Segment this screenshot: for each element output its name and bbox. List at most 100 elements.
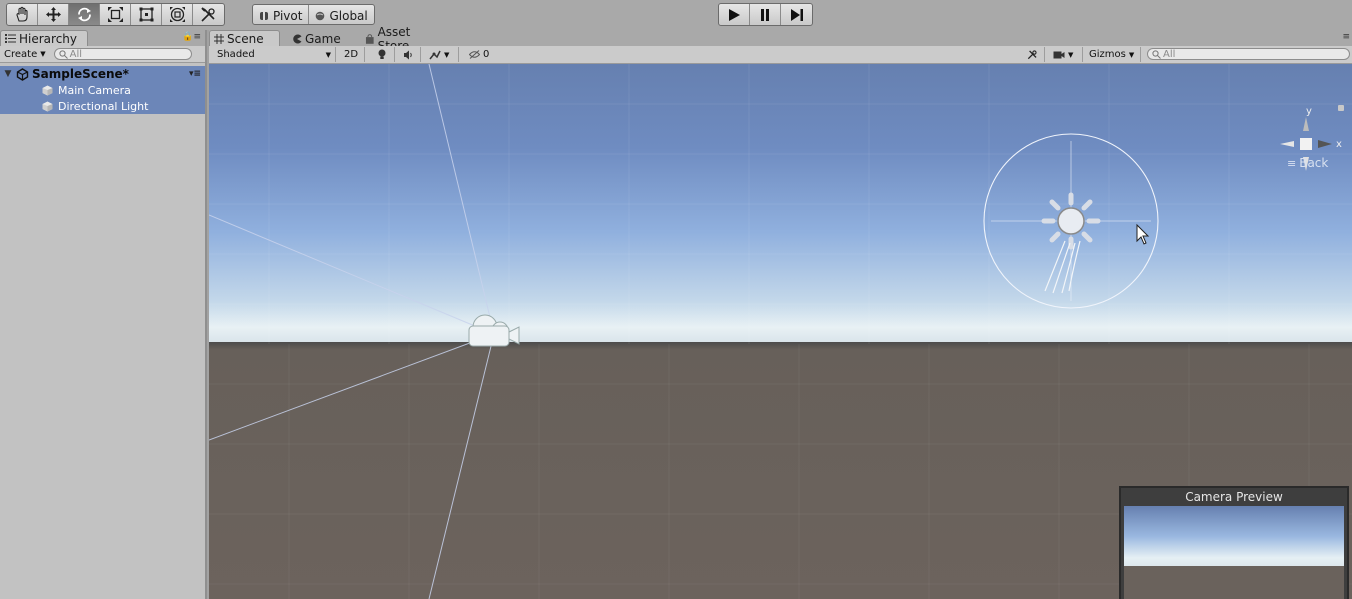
pivot-icon: [260, 11, 268, 20]
orientation-gizmo[interactable]: y x: [1280, 105, 1352, 205]
scale-tool-button[interactable]: [100, 4, 131, 25]
dropdown-arrow-icon: ▼: [325, 50, 331, 59]
tab-hierarchy[interactable]: Hierarchy: [0, 30, 88, 46]
wrench-icon: [201, 7, 215, 22]
move-tool-button[interactable]: [38, 4, 69, 25]
pivot-toggle[interactable]: Pivot: [253, 5, 310, 24]
hand-icon: [15, 6, 28, 22]
rect-tool-button[interactable]: [131, 4, 162, 25]
step-icon: [790, 8, 803, 21]
search-icon: [59, 49, 68, 59]
hidden-count: 0: [483, 49, 490, 60]
camera-preview-title: Camera Preview: [1185, 490, 1283, 504]
shading-mode-dropdown[interactable]: Shaded ▼: [213, 47, 336, 62]
2d-label: 2D: [344, 49, 359, 60]
expand-triangle-icon[interactable]: ▼: [0, 69, 16, 79]
panel-options-icon[interactable]: 🔒≡: [182, 32, 201, 42]
hierarchy-tabbar: Hierarchy 🔒≡: [0, 30, 205, 46]
lighting-toggle[interactable]: [373, 47, 395, 62]
gizmos-dropdown[interactable]: Gizmos ▼: [1085, 47, 1141, 62]
camera-settings-dropdown[interactable]: ▼: [1049, 47, 1083, 62]
scene-tools-toggle[interactable]: [1023, 47, 1045, 62]
view-orientation-label[interactable]: ≡ Back: [1287, 156, 1328, 170]
camera-preview-window: Camera Preview: [1119, 486, 1349, 599]
scene-viewport[interactable]: y x ≡ Back Camera Preview: [209, 64, 1352, 599]
menu-icon: ≡: [1287, 156, 1297, 170]
hierarchy-toolbar: Create ▼ All: [0, 46, 205, 63]
tab-game[interactable]: Game: [287, 30, 349, 46]
hierarchy-tab-label: Hierarchy: [19, 31, 78, 46]
scene-row[interactable]: ▼ SampleScene* ▾≡: [0, 66, 205, 82]
camera-preview-image: [1124, 506, 1344, 599]
effects-dropdown[interactable]: ▼: [425, 47, 459, 62]
dropdown-arrow-icon: ▼: [1128, 50, 1135, 59]
custom-tool-button[interactable]: [193, 4, 224, 25]
tab-asset-store[interactable]: Asset Store: [360, 25, 450, 53]
gameobject-cube-icon: [42, 101, 53, 111]
dropdown-arrow-icon: ▼: [444, 50, 450, 59]
hand-tool-button[interactable]: [7, 4, 38, 25]
rotate-icon: [77, 7, 91, 22]
scene-menu-icon[interactable]: ▾≡: [189, 69, 201, 79]
hierarchy-item-directional-light[interactable]: Directional Light: [0, 98, 205, 114]
back-view-label: Back: [1299, 156, 1329, 170]
create-dropdown[interactable]: Create ▼: [4, 49, 46, 60]
directional-light-label: Directional Light: [58, 99, 149, 113]
audio-toggle[interactable]: [399, 47, 421, 62]
gizmos-label: Gizmos: [1089, 49, 1126, 60]
hierarchy-search-input[interactable]: All: [53, 48, 192, 60]
2d-toggle[interactable]: 2D: [340, 47, 365, 62]
global-label: Global: [329, 8, 368, 23]
svg-text:y: y: [1306, 106, 1312, 117]
dropdown-arrow-icon: ▼: [1068, 50, 1074, 59]
transform-combo-icon: [169, 7, 185, 22]
hierarchy-search-placeholder: All: [69, 48, 83, 60]
scene-toolbar: Shaded ▼ 2D ▼ 0 ▼ Gizmos ▼ All: [209, 46, 1352, 64]
shading-mode-value: Shaded: [217, 49, 255, 60]
playback-controls: [718, 3, 813, 26]
scene-tabbar: Scene Game Asset Store ≡: [209, 25, 1352, 53]
speaker-icon: [404, 50, 412, 59]
grid-icon: [214, 33, 224, 44]
main-camera-label: Main Camera: [58, 83, 131, 97]
scene-panel-options-icon[interactable]: ≡: [1342, 32, 1350, 42]
pacman-icon: [293, 34, 302, 43]
rotate-tool-button[interactable]: [69, 4, 100, 25]
global-toggle[interactable]: Global: [309, 5, 373, 24]
pause-icon: [761, 8, 769, 21]
pause-button[interactable]: [750, 4, 781, 25]
create-label: Create: [4, 48, 38, 60]
list-icon: [5, 34, 16, 43]
hierarchy-item-main-camera[interactable]: Main Camera: [0, 82, 205, 98]
axis-cone-gizmo-icon: y x: [1280, 105, 1344, 171]
scene-tab-label: Scene: [227, 31, 264, 46]
unity-scene-icon: [16, 67, 29, 81]
search-icon: [1152, 49, 1161, 59]
scale-icon: [107, 7, 123, 22]
camera-icon: [1053, 51, 1065, 59]
effects-icon: [429, 50, 441, 59]
handle-position-group: Pivot Global: [252, 4, 375, 25]
hidden-objects-toggle[interactable]: 0: [465, 47, 495, 62]
scene-search-input[interactable]: All: [1147, 48, 1350, 60]
play-button[interactable]: [719, 4, 750, 25]
move-arrows-icon: [45, 7, 61, 22]
scene-panel: Scene Game Asset Store ≡ Shaded ▼ 2D ▼: [209, 25, 1352, 599]
pivot-label: Pivot: [273, 8, 303, 23]
gameobject-cube-icon: [42, 85, 53, 95]
hierarchy-panel: Hierarchy 🔒≡ Create ▼ All ▼ SampleScene*…: [0, 30, 207, 599]
wrench-icon: [1027, 50, 1037, 60]
transform-tools: [6, 3, 225, 26]
bag-icon: [365, 33, 374, 44]
main-toolbar: Pivot Global: [0, 0, 1352, 30]
rect-transform-icon: [139, 7, 153, 22]
svg-text:x: x: [1336, 139, 1342, 150]
step-button[interactable]: [781, 4, 812, 25]
game-tab-label: Game: [305, 31, 341, 46]
scene-name: SampleScene*: [32, 67, 129, 81]
tab-scene[interactable]: Scene: [209, 30, 280, 46]
scene-search-placeholder: All: [1163, 48, 1176, 60]
transform-tool-button[interactable]: [162, 4, 193, 25]
dropdown-arrow-icon: ▼: [40, 50, 46, 58]
play-icon: [729, 8, 740, 21]
